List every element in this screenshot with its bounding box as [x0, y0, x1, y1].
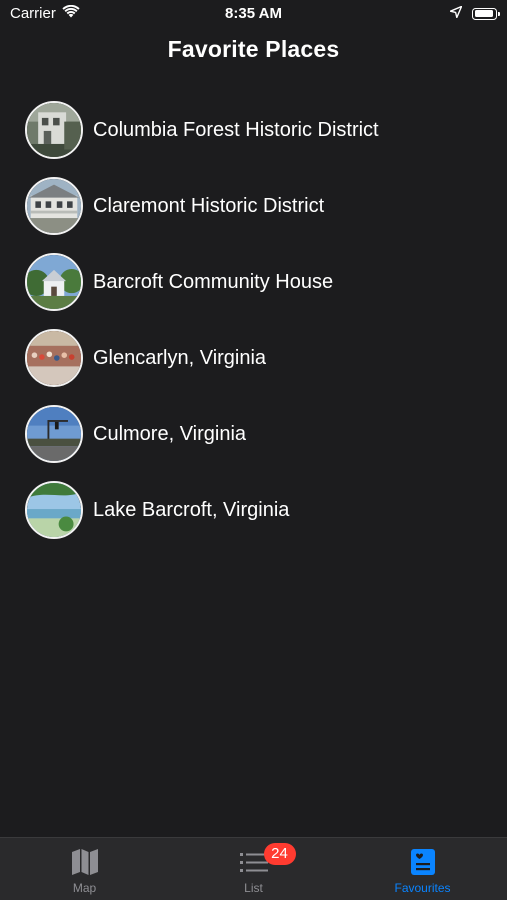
place-thumbnail — [25, 101, 83, 159]
status-right — [449, 5, 500, 22]
place-name: Lake Barcroft, Virginia — [93, 498, 290, 521]
tab-list[interactable]: 24 List — [169, 838, 338, 900]
list-count-badge: 24 — [263, 843, 296, 865]
app-screen: Carrier 8:35 AM Favorite Places Columbia… — [0, 0, 507, 900]
place-name: Columbia Forest Historic District — [93, 118, 379, 141]
list-item[interactable]: Columbia Forest Historic District — [0, 92, 507, 168]
place-name: Barcroft Community House — [93, 270, 334, 293]
place-name: Claremont Historic District — [93, 194, 325, 217]
tab-favourites-label: Favourites — [394, 881, 451, 895]
tab-map-label: Map — [72, 881, 97, 895]
tab-favourites[interactable]: Favourites — [338, 838, 507, 900]
place-thumbnail — [25, 329, 83, 387]
list-item[interactable]: Barcroft Community House — [0, 244, 507, 320]
tab-map[interactable]: Map — [0, 838, 169, 900]
place-thumbnail — [25, 177, 83, 235]
status-bar: Carrier 8:35 AM — [0, 0, 507, 28]
battery-fill — [474, 10, 493, 17]
tab-bar: Map 24 List Favourites — [0, 837, 507, 900]
favorite-places-list: Columbia Forest Historic District Clarem… — [0, 92, 507, 548]
list-item[interactable]: Culmore, Virginia — [0, 396, 507, 472]
list-item[interactable]: Lake Barcroft, Virginia — [0, 472, 507, 548]
place-thumbnail — [25, 253, 83, 311]
list-item[interactable]: Glencarlyn, Virginia — [0, 320, 507, 396]
status-time: 8:35 AM — [225, 5, 282, 22]
place-name: Culmore, Virginia — [93, 422, 247, 445]
map-icon — [69, 847, 101, 877]
favourites-icon — [407, 847, 439, 877]
tab-list-label: List — [244, 881, 263, 895]
place-thumbnail — [25, 405, 83, 463]
list-item[interactable]: Claremont Historic District — [0, 168, 507, 244]
place-name: Glencarlyn, Virginia — [93, 346, 267, 369]
location-arrow-icon — [449, 5, 463, 22]
page-title: Favorite Places — [167, 36, 340, 62]
place-thumbnail — [25, 481, 83, 539]
battery-icon — [472, 7, 500, 20]
